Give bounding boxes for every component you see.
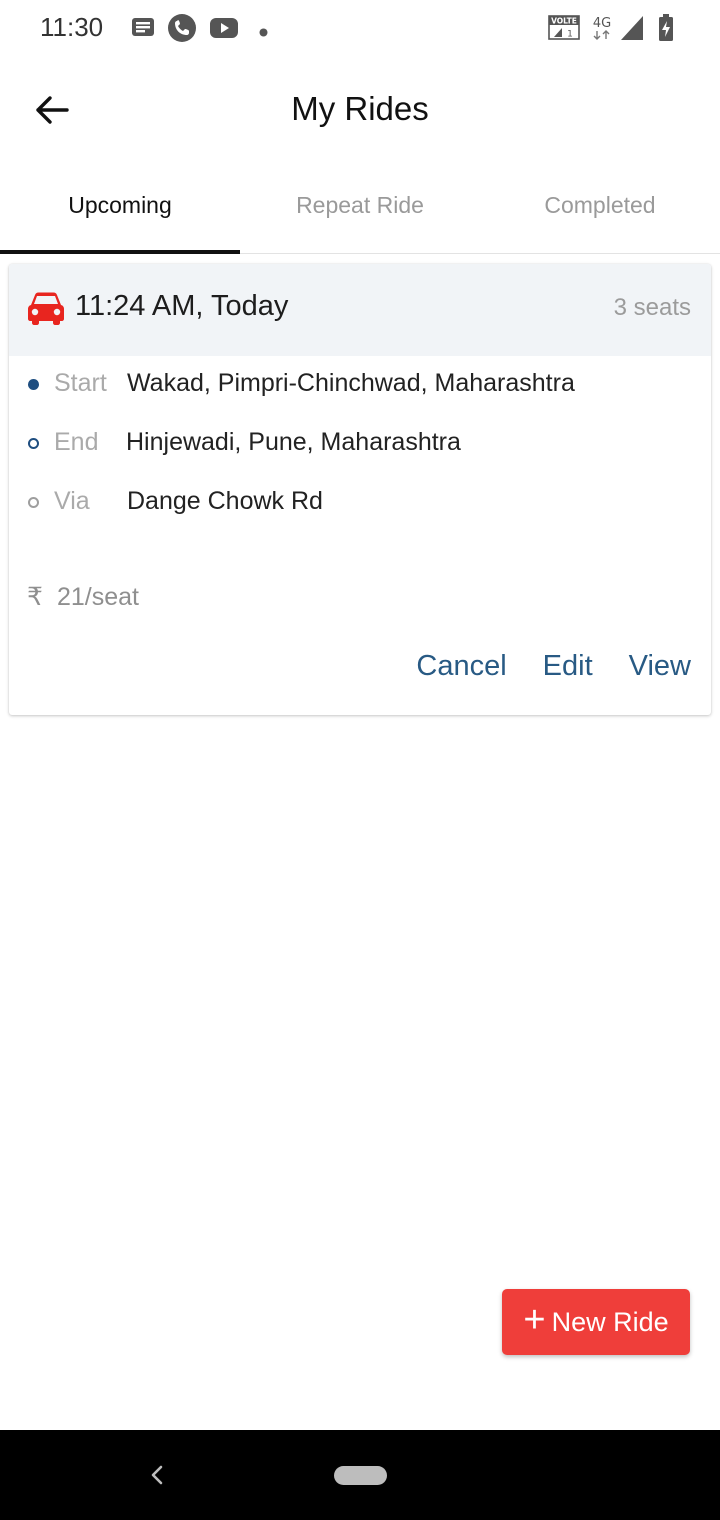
end-dot-icon bbox=[28, 438, 39, 449]
svg-text:4G: 4G bbox=[593, 16, 611, 31]
new-ride-button[interactable]: + New Ride bbox=[502, 1289, 690, 1355]
message-icon bbox=[131, 16, 155, 45]
system-nav-bar bbox=[0, 1430, 720, 1520]
signal-icon bbox=[620, 15, 644, 46]
page-title: My Rides bbox=[291, 90, 429, 127]
end-label: End bbox=[54, 428, 99, 456]
tab-bar: Upcoming Repeat Ride Completed bbox=[0, 166, 720, 254]
status-bar: 11:30 VOLTE 1 4G bbox=[0, 0, 720, 56]
start-value: Wakad, Pimpri-Chinchwad, Maharashtra bbox=[127, 369, 575, 397]
app-bar: My Rides bbox=[0, 56, 720, 166]
ride-actions: Cancel Edit View bbox=[416, 650, 691, 683]
start-label: Start bbox=[54, 369, 107, 397]
via-label: Via bbox=[54, 487, 90, 515]
tab-completed[interactable]: Completed bbox=[480, 166, 720, 254]
dot-icon bbox=[259, 24, 268, 42]
plus-icon: + bbox=[523, 1299, 546, 1341]
status-time: 11:30 bbox=[40, 12, 104, 42]
seat-count: 3 seats bbox=[613, 294, 691, 321]
battery-charging-icon bbox=[658, 14, 674, 47]
tab-repeat-ride[interactable]: Repeat Ride bbox=[240, 166, 480, 254]
start-dot-icon bbox=[28, 379, 39, 390]
ride-time: 11:24 AM, Today bbox=[75, 290, 289, 322]
ride-card-header: 11:24 AM, Today 3 seats bbox=[9, 264, 711, 356]
nav-home-pill[interactable] bbox=[334, 1466, 387, 1485]
svg-text:1: 1 bbox=[567, 30, 573, 40]
route-end: End Hinjewadi, Pune, Maharashtra bbox=[9, 424, 711, 464]
edit-button[interactable]: Edit bbox=[543, 650, 593, 683]
route-start: Start Wakad, Pimpri-Chinchwad, Maharasht… bbox=[9, 365, 711, 405]
nav-back-icon[interactable] bbox=[145, 1460, 169, 1495]
new-ride-label: New Ride bbox=[551, 1306, 669, 1337]
cancel-button[interactable]: Cancel bbox=[416, 650, 506, 683]
4g-icon: 4G bbox=[591, 13, 613, 46]
phone-icon bbox=[167, 13, 197, 48]
price-per-seat: ₹21/seat bbox=[27, 582, 139, 612]
end-value: Hinjewadi, Pune, Maharashtra bbox=[126, 428, 461, 456]
ride-card[interactable]: 11:24 AM, Today 3 seats Start Wakad, Pim… bbox=[9, 264, 711, 715]
price-value: 21/seat bbox=[57, 583, 140, 611]
view-button[interactable]: View bbox=[629, 650, 691, 683]
volte-icon: VOLTE 1 bbox=[548, 15, 580, 46]
route-via: Via Dange Chowk Rd bbox=[9, 483, 711, 523]
via-value: Dange Chowk Rd bbox=[127, 487, 323, 515]
tab-upcoming[interactable]: Upcoming bbox=[0, 166, 240, 254]
svg-text:VOLTE: VOLTE bbox=[551, 17, 577, 26]
youtube-icon bbox=[210, 17, 238, 44]
via-dot-icon bbox=[28, 497, 39, 508]
rupee-icon: ₹ bbox=[27, 583, 43, 611]
car-icon bbox=[27, 291, 65, 330]
